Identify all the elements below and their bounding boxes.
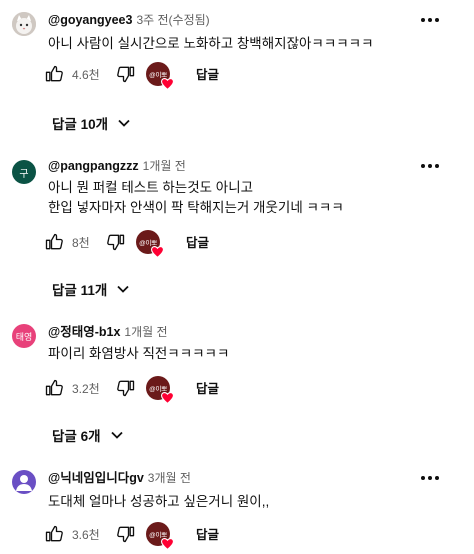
user-avatar[interactable]	[12, 470, 36, 494]
like-count: 3.6천	[72, 527, 100, 542]
reply-button[interactable]: 답글	[186, 232, 209, 251]
like-button[interactable]	[44, 230, 64, 254]
thumbs-up-icon	[45, 233, 63, 250]
user-avatar[interactable]: 구	[12, 160, 36, 184]
thumbs-down-icon	[117, 380, 135, 397]
heart-icon	[161, 538, 174, 550]
comment-time[interactable]: 3주 전(수정됨)	[136, 13, 209, 27]
thumbs-down-icon	[117, 66, 135, 83]
comment-header: @정태영-b1x 1개월 전	[48, 324, 168, 340]
thumbs-up-icon	[45, 379, 63, 396]
dislike-button[interactable]	[116, 62, 136, 86]
user-avatar[interactable]: 태영	[12, 324, 36, 348]
comment-header: @pangpangzzz 1개월 전	[48, 158, 186, 174]
view-replies-button[interactable]: 답글 11개	[52, 278, 131, 300]
reply-button[interactable]: 답글	[196, 378, 219, 397]
comment-actions: 3.6천 @이뽀 답글	[44, 522, 284, 550]
reply-button[interactable]: 답글	[196, 524, 219, 543]
more-options-button[interactable]	[418, 470, 442, 486]
comment-actions: 8천 @이뽀 답글	[44, 230, 284, 258]
comment-author[interactable]: @goyangyee3	[48, 13, 132, 27]
person-icon	[16, 475, 32, 491]
like-count: 4.6천	[72, 67, 100, 82]
heart-icon	[151, 246, 164, 258]
cat-face-icon	[12, 12, 36, 36]
comment-actions: 4.6천 @이뽀 답글	[44, 62, 284, 90]
like-count: 3.2천	[72, 381, 100, 396]
comment-text-line-2: 한입 넣자마자 안색이 팍 탁해지는거 개웃기네 ㅋㅋㅋ	[48, 200, 344, 215]
replies-count-label: 답글 10개	[52, 117, 109, 132]
more-options-button[interactable]	[418, 158, 442, 174]
dislike-button[interactable]	[116, 522, 136, 546]
creator-heart-badge[interactable]: @이뽀	[146, 522, 174, 550]
comment-author[interactable]: @pangpangzzz	[48, 159, 139, 173]
comment-text: 파이리 화염방사 직전ㅋㅋㅋㅋㅋ	[48, 346, 230, 361]
like-count: 8천	[72, 235, 90, 250]
replies-count-label: 답글 6개	[52, 429, 101, 444]
thumbs-down-icon	[117, 526, 135, 543]
reply-button[interactable]: 답글	[196, 64, 219, 83]
like-button[interactable]	[44, 62, 64, 86]
comment-header: @goyangyee3 3주 전(수정됨)	[48, 12, 210, 28]
heart-icon	[161, 78, 174, 90]
replies-count-label: 답글 11개	[52, 283, 108, 298]
chevron-down-icon	[117, 285, 129, 293]
comment-author[interactable]: @정태영-b1x	[48, 325, 120, 339]
view-replies-button[interactable]: 답글 6개	[52, 424, 125, 446]
comment-time[interactable]: 1개월 전	[143, 159, 186, 173]
chevron-down-icon	[118, 119, 130, 127]
dislike-button[interactable]	[106, 230, 126, 254]
comment-actions: 3.2천 @이뽀 답글	[44, 376, 284, 404]
thumbs-down-icon	[107, 234, 125, 251]
comment-text: 도대체 얼마나 성공하고 싶은거니 원이,,	[48, 494, 270, 509]
view-replies-button[interactable]: 답글 10개	[52, 112, 132, 134]
like-button[interactable]	[44, 522, 64, 546]
chevron-down-icon	[110, 431, 123, 439]
comment-text-line-1: 아니 뭔 퍼컬 테스트 하는것도 아니고	[48, 180, 254, 195]
cat-avatar[interactable]	[12, 12, 36, 36]
creator-heart-badge[interactable]: @이뽀	[146, 62, 174, 90]
heart-icon	[161, 392, 174, 404]
creator-heart-badge[interactable]: @이뽀	[146, 376, 174, 404]
thumbs-up-icon	[45, 65, 63, 82]
comment-time[interactable]: 1개월 전	[124, 325, 167, 339]
more-options-button[interactable]	[418, 12, 442, 28]
thumbs-up-icon	[45, 525, 63, 542]
dislike-button[interactable]	[116, 376, 136, 400]
comment-time[interactable]: 3개월 전	[148, 471, 191, 485]
comment-header: @닉네임입니다gv 3개월 전	[48, 470, 191, 486]
creator-heart-badge[interactable]: @이뽀	[136, 230, 164, 258]
comment-text: 아니 사람이 실시간으로 노화하고 창백해지잖아ㅋㅋㅋㅋㅋ	[48, 36, 374, 51]
comment-author[interactable]: @닉네임입니다gv	[48, 471, 144, 485]
like-button[interactable]	[44, 376, 64, 400]
